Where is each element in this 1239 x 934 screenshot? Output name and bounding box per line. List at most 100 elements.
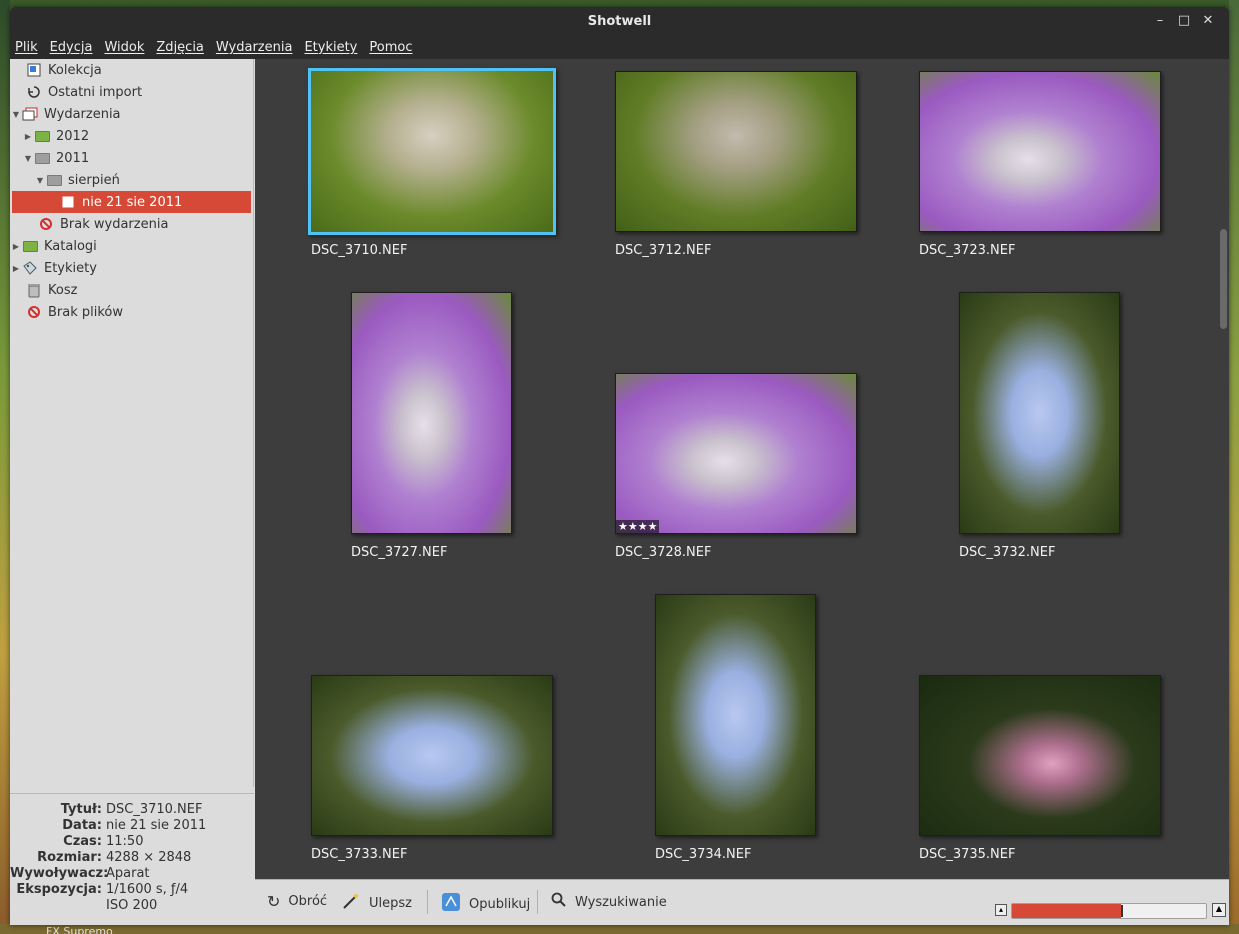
publish-button[interactable]: Opublikuj [441, 892, 530, 916]
toolbar-separator [427, 890, 428, 914]
info-row-developer: Wywoływacz: Aparat [10, 866, 150, 881]
menu-file[interactable]: Plik [15, 40, 38, 55]
photo-grid[interactable]: DSC_3710.NEF DSC_3712.NEF DSC_3723.NEF D… [255, 59, 1218, 879]
sidebar-item-folders[interactable]: ▶ Katalogi [10, 235, 252, 257]
photo-caption: DSC_3727.NEF [351, 545, 448, 560]
expander-down-icon[interactable]: ▼ [10, 110, 22, 119]
sidebar-item-missing-files[interactable]: Brak plików [14, 301, 252, 323]
sidebar-item-collection[interactable]: Kolekcja [14, 59, 252, 81]
sidebar-item-label: Etykiety [44, 260, 97, 276]
trash-icon [26, 282, 42, 298]
photo-image[interactable] [919, 675, 1161, 836]
sidebar-item-august[interactable]: ▼ sierpień [34, 169, 252, 191]
zoom-in-icon[interactable]: ▲ [1212, 903, 1226, 917]
scrollbar-thumb[interactable] [1220, 229, 1227, 329]
sidebar-item-2012[interactable]: ▶ 2012 [22, 125, 252, 147]
menu-bar: Plik Edycja Widok Zdjęcia Wydarzenia Ety… [10, 35, 1229, 59]
menu-tags[interactable]: Etykiety [304, 40, 357, 55]
folder-green-icon [34, 128, 50, 144]
photo-caption: DSC_3734.NEF [655, 847, 752, 862]
expander-down-icon[interactable]: ▼ [22, 154, 34, 163]
photo-image[interactable] [308, 68, 556, 235]
sidebar-item-label: sierpień [68, 172, 120, 188]
sidebar-item-last-import[interactable]: Ostatni import [14, 81, 252, 103]
photo-caption: DSC_3723.NEF [919, 243, 1016, 258]
photo-image[interactable] [615, 71, 857, 232]
title-bar[interactable]: Shotwell – □ ✕ [10, 7, 1229, 35]
zoom-slider[interactable] [1011, 903, 1207, 919]
menu-help[interactable]: Pomoc [369, 40, 412, 55]
photo-caption: DSC_3710.NEF [311, 243, 408, 258]
enhance-button[interactable]: Ulepsz [341, 892, 412, 914]
photo-caption: DSC_3728.NEF [615, 545, 712, 560]
close-button[interactable]: ✕ [1199, 12, 1217, 30]
folder-green-icon [22, 238, 38, 254]
search-button[interactable]: Wyszukiwanie [551, 892, 667, 912]
sidebar-item-label: Brak plików [48, 304, 124, 320]
rotate-icon: ↻ [267, 892, 281, 911]
minimize-button[interactable]: – [1151, 12, 1169, 30]
sidebar-item-label: Kolekcja [48, 62, 102, 78]
photo-image[interactable] [919, 71, 1161, 232]
maximize-button[interactable]: □ [1175, 12, 1193, 30]
zoom-slider-fill [1012, 904, 1121, 918]
photo-image[interactable] [351, 292, 512, 534]
vertical-scrollbar[interactable] [1218, 59, 1229, 879]
sidebar-item-event-2011-08-21[interactable]: nie 21 sie 2011 [12, 191, 251, 213]
info-row-exposure: Ekspozycja: 1/1600 s, ƒ/4 [16, 882, 189, 897]
desktop-background-left [0, 0, 10, 934]
enhance-label: Ulepsz [369, 895, 412, 911]
sidebar-item-label: Ostatni import [48, 84, 143, 100]
photo-image[interactable] [655, 594, 816, 836]
menu-edit[interactable]: Edycja [50, 40, 93, 55]
photo-image[interactable] [959, 292, 1120, 534]
photo-image[interactable] [311, 675, 553, 836]
publish-label: Opublikuj [469, 896, 531, 912]
photo-image[interactable]: ★★★★ [615, 373, 857, 534]
info-row-iso: ISO 200 [106, 898, 158, 913]
toolbar-separator [537, 890, 538, 914]
tags-icon [22, 260, 38, 276]
expander-right-icon[interactable]: ▶ [22, 132, 34, 141]
shotwell-window: Shotwell – □ ✕ Plik Edycja Widok Zdjęcia… [10, 7, 1229, 925]
sidebar-item-events[interactable]: ▼ Wydarzenia [10, 103, 252, 125]
expander-down-icon[interactable]: ▼ [34, 176, 46, 185]
sidebar-item-2011[interactable]: ▼ 2011 [22, 147, 252, 169]
expander-right-icon[interactable]: ▶ [10, 242, 22, 251]
photo-caption: DSC_3733.NEF [311, 847, 408, 862]
photo-caption: DSC_3732.NEF [959, 545, 1056, 560]
desktop-label: FX Supremo [46, 925, 113, 934]
expander-right-icon[interactable]: ▶ [10, 264, 22, 273]
zoom-out-icon[interactable]: ▴ [995, 904, 1007, 916]
info-row-size: Rozmiar: 4288 × 2848 [37, 850, 192, 865]
folder-grey-icon [46, 172, 62, 188]
menu-view[interactable]: Widok [104, 40, 144, 55]
menu-photos[interactable]: Zdjęcia [156, 40, 204, 55]
info-row-time: Czas: 11:50 [63, 834, 144, 849]
sidebar-item-trash[interactable]: Kosz [14, 279, 252, 301]
sidebar-item-label: Kosz [48, 282, 78, 298]
sidebar-item-no-event[interactable]: Brak wydarzenia [26, 213, 252, 235]
rotate-label: Obróć [288, 894, 328, 909]
folder-grey-icon [34, 150, 50, 166]
sidebar-item-label: Wydarzenia [44, 106, 121, 122]
event-icon [60, 194, 76, 210]
zoom-slider-knob[interactable] [1121, 905, 1123, 917]
menu-events[interactable]: Wydarzenia [216, 40, 293, 55]
import-icon [26, 84, 42, 100]
rating-stars: ★★★★ [616, 520, 660, 533]
no-event-icon [38, 216, 54, 232]
collection-icon [26, 62, 42, 78]
rotate-button[interactable]: ↻ Obróć [267, 892, 327, 911]
sidebar-item-label: Brak wydarzenia [60, 216, 169, 232]
sidebar: Kolekcja Ostatni import ▼ Wydarzenia ▶ 2… [10, 59, 254, 787]
magic-wand-icon [341, 892, 361, 914]
search-label: Wyszukiwanie [575, 894, 667, 910]
sidebar-item-label: 2011 [56, 150, 90, 166]
desktop-background-right [1229, 0, 1239, 934]
bottom-toolbar: ↻ Obróć Ulepsz Opublikuj Wyszukiwanie ▴ [255, 879, 1229, 925]
photo-caption: DSC_3712.NEF [615, 243, 712, 258]
missing-files-icon [26, 304, 42, 320]
photo-caption: DSC_3735.NEF [919, 847, 1016, 862]
sidebar-item-tags[interactable]: ▶ Etykiety [10, 257, 252, 279]
